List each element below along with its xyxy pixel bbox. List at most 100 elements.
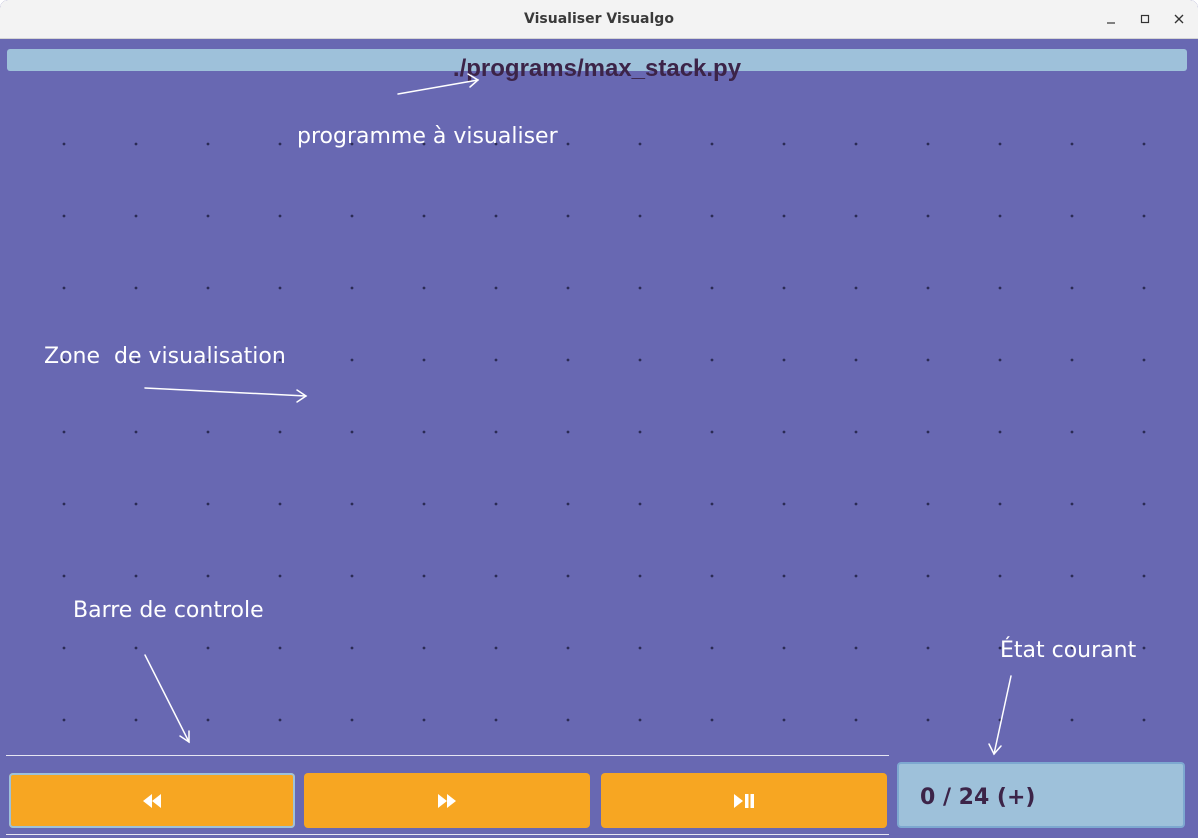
grid-dot <box>134 718 138 722</box>
grid-dot <box>926 214 930 218</box>
grid-dot <box>278 430 282 434</box>
grid-dot <box>62 718 66 722</box>
grid-dot <box>926 142 930 146</box>
grid-dot <box>134 214 138 218</box>
grid-dot <box>422 286 426 290</box>
grid-dot <box>1070 214 1074 218</box>
visualisation-area[interactable]: ./programs/max_stack.py programme à visu… <box>0 39 1198 838</box>
grid-dot <box>494 718 498 722</box>
grid-dot <box>1070 358 1074 362</box>
grid-dot <box>782 646 786 650</box>
grid-dot <box>278 214 282 218</box>
arrow-to-state <box>988 675 1012 756</box>
grid-dot <box>1070 502 1074 506</box>
grid-dot <box>278 502 282 506</box>
grid-dot <box>854 286 858 290</box>
grid-dot <box>1142 142 1146 146</box>
grid-dot <box>350 502 354 506</box>
dot-grid <box>62 142 1146 722</box>
grid-dot <box>134 502 138 506</box>
grid-dot <box>1142 358 1146 362</box>
grid-dot <box>566 646 570 650</box>
grid-dot <box>422 502 426 506</box>
maximize-icon <box>1140 14 1150 24</box>
grid-dot <box>134 430 138 434</box>
grid-dot <box>566 358 570 362</box>
grid-dot <box>1070 718 1074 722</box>
maximize-button[interactable] <box>1134 8 1156 30</box>
grid-dot <box>782 358 786 362</box>
rewind-button[interactable] <box>9 773 295 828</box>
grid-dot <box>278 286 282 290</box>
close-button[interactable] <box>1168 8 1190 30</box>
grid-dot <box>998 574 1002 578</box>
grid-dot <box>1142 430 1146 434</box>
grid-dot <box>782 502 786 506</box>
grid-dot <box>782 286 786 290</box>
grid-dot <box>62 142 66 146</box>
grid-dot <box>782 718 786 722</box>
grid-dot <box>782 574 786 578</box>
grid-dot <box>494 430 498 434</box>
grid-dot <box>62 214 66 218</box>
grid-dot <box>494 574 498 578</box>
grid-dot <box>710 142 714 146</box>
grid-dot <box>854 574 858 578</box>
play-pause-button[interactable] <box>601 773 887 828</box>
grid-dot <box>710 214 714 218</box>
grid-dot <box>134 286 138 290</box>
grid-dot <box>854 646 858 650</box>
grid-dot <box>926 286 930 290</box>
grid-dot <box>494 502 498 506</box>
grid-dot <box>566 214 570 218</box>
grid-dot <box>494 646 498 650</box>
grid-dot <box>566 142 570 146</box>
grid-dot <box>134 574 138 578</box>
grid-dot <box>854 718 858 722</box>
grid-dot <box>494 358 498 362</box>
grid-dot <box>638 502 642 506</box>
grid-dot <box>206 214 210 218</box>
grid-dot <box>278 646 282 650</box>
grid-dot <box>422 646 426 650</box>
minimize-button[interactable] <box>1100 8 1122 30</box>
canvas-overlay <box>62 73 1146 756</box>
grid-dot <box>710 502 714 506</box>
grid-dot <box>206 718 210 722</box>
grid-dot <box>566 502 570 506</box>
grid-dot <box>422 574 426 578</box>
grid-dot <box>710 286 714 290</box>
grid-dot <box>638 358 642 362</box>
fast-forward-icon <box>438 793 456 808</box>
grid-dot <box>134 646 138 650</box>
title-bar[interactable]: Visualiser Visualgo <box>0 0 1198 39</box>
grid-dot <box>710 646 714 650</box>
annotation-state: État courant <box>1000 638 1137 663</box>
grid-dot <box>926 646 930 650</box>
grid-dot <box>926 430 930 434</box>
grid-dot <box>926 358 930 362</box>
grid-dot <box>134 142 138 146</box>
rewind-icon <box>143 793 161 808</box>
grid-dot <box>278 574 282 578</box>
grid-dot <box>638 286 642 290</box>
grid-dot <box>638 718 642 722</box>
fast-forward-button[interactable] <box>304 773 590 828</box>
current-state-text: 0 / 24 (+) <box>920 785 1036 810</box>
grid-dot <box>62 430 66 434</box>
grid-dot <box>782 142 786 146</box>
minimize-icon <box>1107 22 1115 24</box>
grid-dot <box>1070 286 1074 290</box>
grid-dot <box>422 358 426 362</box>
grid-dot <box>566 574 570 578</box>
grid-dot <box>494 286 498 290</box>
grid-dot <box>350 646 354 650</box>
grid-dot <box>206 574 210 578</box>
grid-dot <box>62 502 66 506</box>
grid-dot <box>278 142 282 146</box>
annotation-arrows <box>144 73 1012 756</box>
grid-dot <box>998 358 1002 362</box>
grid-dot <box>926 718 930 722</box>
grid-dot <box>782 214 786 218</box>
arrow-to-controls <box>144 654 190 744</box>
